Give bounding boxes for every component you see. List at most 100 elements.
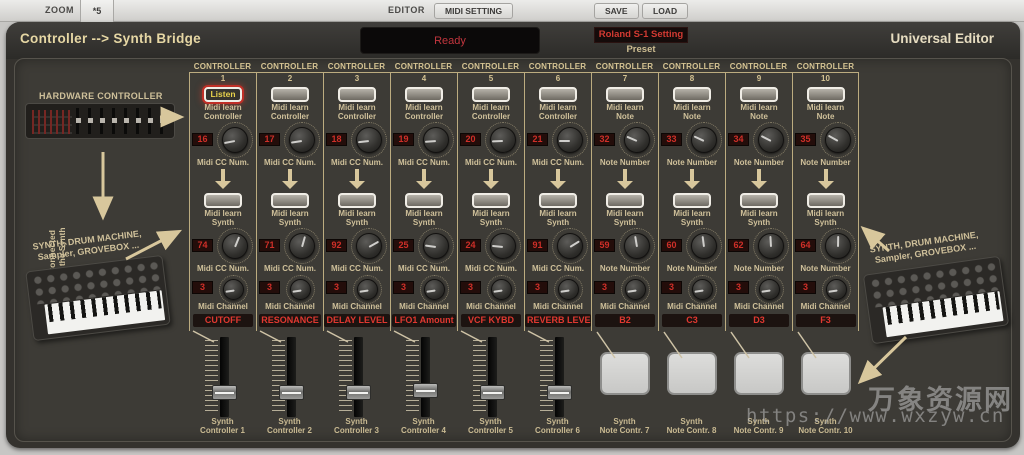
cc-number-knob[interactable] [289,127,315,153]
midi-channel-display: 3 [728,281,749,294]
note-pad[interactable] [599,352,650,395]
midi-learn-controller-button[interactable] [740,87,778,102]
controller-strip: CONTROLLER 10 Midi learn Note 35 Note Num… [792,62,859,440]
controller-strip: CONTROLLER 9 Midi learn Note 34 Note Numb… [725,62,792,440]
watermark-url: https://www.wxzyw.cn [746,405,1005,427]
synth-number-knob[interactable] [557,233,583,259]
fader-track[interactable] [286,337,296,417]
app-header: Controller --> Synth Bridge Ready Roland… [6,22,1020,59]
cc-number-knob[interactable] [624,127,650,153]
midi-channel-knob[interactable] [491,279,512,300]
synth-number-knob[interactable] [825,233,851,259]
midi-learn-synth-button[interactable] [204,193,242,208]
midi-learn-controller-button[interactable] [338,87,376,102]
flow-arrow-icon [483,169,499,189]
cc-number-knob[interactable] [222,127,248,153]
midi-learn-controller-button[interactable] [539,87,577,102]
midi-learn-controller-label: Midi learn Controller [471,103,511,121]
synth-number-knob[interactable] [222,233,248,259]
preset-value[interactable]: Roland S-1 Setting [594,27,688,43]
knob-tick-ring [822,275,851,304]
midi-channel-knob[interactable] [558,279,579,300]
knob-pointer [492,289,502,293]
fader-handle[interactable] [345,385,371,400]
fader-handle[interactable] [211,385,237,400]
strip-title: CONTROLLER [528,62,587,71]
midi-learn-synth-button[interactable] [271,193,309,208]
synth-number-label: Midi CC Num. [331,264,383,273]
cc-number-knob[interactable] [490,127,516,153]
strip-bottom-label: Synth Controller 6 [535,417,580,435]
cc-number-knob[interactable] [758,127,784,153]
note-pad[interactable] [800,352,851,395]
strip-number: 6 [555,74,561,83]
midi-channel-display: 3 [594,281,615,294]
strip-number: 7 [622,74,628,83]
midi-channel-knob[interactable] [223,279,244,300]
synth-number-knob[interactable] [423,233,449,259]
midi-channel-knob[interactable] [357,279,378,300]
midi-learn-synth-button[interactable] [338,193,376,208]
midi-setting-button[interactable]: MIDI SETTING [434,3,514,19]
midi-learn-synth-button[interactable] [539,193,577,208]
midi-learn-synth-button[interactable] [673,193,711,208]
knob-tick-ring [217,122,253,158]
fader-track[interactable] [554,337,564,417]
synth-number-label: Midi CC Num. [197,264,249,273]
midi-learn-synth-button[interactable] [405,193,443,208]
midi-channel-display: 3 [460,281,481,294]
synth-number-knob[interactable] [356,233,382,259]
controller-strip: CONTROLLER 7 Midi learn Note 32 Note Numb… [591,62,658,440]
listen-label: Listen [210,89,236,99]
midi-channel-label: Midi Channel [667,302,717,311]
load-button[interactable]: LOAD [642,3,689,19]
midi-learn-controller-button[interactable] [405,87,443,102]
midi-channel-knob[interactable] [692,279,713,300]
midi-channel-knob[interactable] [424,279,445,300]
cc-number-knob[interactable] [557,127,583,153]
knob-pointer [760,289,770,293]
midi-channel-knob[interactable] [759,279,780,300]
synth-number-display: 64 [795,239,816,252]
fader-track[interactable] [420,337,430,417]
fader-track[interactable] [219,337,229,417]
fader-handle[interactable] [546,385,572,400]
synth-number-label: Midi CC Num. [398,264,450,273]
cc-number-knob[interactable] [356,127,382,153]
fader-track[interactable] [353,337,363,417]
midi-learn-synth-button[interactable] [606,193,644,208]
synth-number-knob[interactable] [490,233,516,259]
save-button[interactable]: SAVE [594,3,639,19]
midi-channel-knob[interactable] [826,279,847,300]
synth-number-knob[interactable] [624,233,650,259]
assigned-parameter-badge: LFO1 Amount [392,314,456,327]
synth-number-knob[interactable] [691,233,717,259]
midi-channel-knob[interactable] [290,279,311,300]
synth-number-knob[interactable] [758,233,784,259]
fader-handle[interactable] [278,385,304,400]
synth-number-knob[interactable] [289,233,315,259]
strip-bottom: Synth Controller 2 [256,331,323,439]
midi-learn-synth-button[interactable] [806,193,845,208]
midi-channel-knob[interactable] [625,279,646,300]
fader-track[interactable] [487,337,497,417]
midi-learn-controller-button[interactable] [806,87,845,102]
cc-number-knob[interactable] [825,127,851,153]
zoom-factor-tab[interactable]: *5 [80,0,114,22]
midi-learn-synth-button[interactable] [472,193,510,208]
cc-number-knob[interactable] [423,127,449,153]
midi-learn-controller-button[interactable] [472,87,510,102]
midi-learn-controller-button[interactable]: Listen [204,87,242,102]
note-pad[interactable] [733,352,784,395]
midi-learn-controller-button[interactable] [673,87,711,102]
fader-handle[interactable] [479,385,505,400]
note-pad[interactable] [666,352,717,395]
cc-number-knob[interactable] [691,127,717,153]
midi-learn-controller-button[interactable] [606,87,644,102]
strip-bottom: Synth Controller 6 [524,331,591,439]
fader-handle[interactable] [412,383,438,398]
midi-learn-controller-label: Midi learn Controller [538,103,578,121]
midi-learn-synth-label: Midi learn Synth [204,209,242,227]
midi-learn-controller-button[interactable] [271,87,309,102]
midi-learn-synth-button[interactable] [740,193,778,208]
